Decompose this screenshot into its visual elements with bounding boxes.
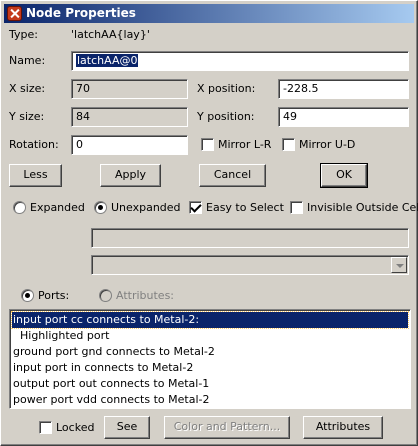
y-position-label: Y position: [197, 110, 255, 123]
invisible-outside-cell-checkbox[interactable] [290, 201, 303, 214]
ports-radio[interactable] [21, 289, 34, 302]
apply-button[interactable]: Apply [100, 164, 161, 187]
x-position-label: X position: [197, 82, 256, 95]
extra-dropdown[interactable] [91, 255, 409, 275]
see-button[interactable]: See [104, 416, 150, 439]
x-position-input[interactable]: -228.5 [278, 79, 409, 99]
list-item[interactable]: power port vdd connects to Metal-2 [12, 392, 408, 408]
easy-to-select-label: Easy to Select [206, 201, 284, 214]
easy-to-select-checkbox[interactable] [189, 201, 202, 214]
title-bar: Node Properties [4, 4, 414, 23]
y-position-input[interactable]: 49 [278, 107, 409, 127]
rotation-label: Rotation: [9, 138, 59, 151]
invisible-outside-cell-label: Invisible Outside Cell [307, 201, 418, 214]
type-label: Type: [9, 28, 38, 41]
app-icon [7, 6, 22, 21]
name-input[interactable]: latchAA@0 [71, 51, 409, 71]
mirror-lr-label: Mirror L-R [218, 138, 272, 151]
y-size-label: Y size: [9, 110, 45, 123]
attributes-radio-label: Attributes: [116, 289, 175, 302]
expanded-label: Expanded [30, 201, 85, 214]
x-size-label: X size: [9, 82, 46, 95]
ok-button[interactable]: OK [320, 163, 368, 188]
rotation-input[interactable]: 0 [71, 135, 188, 155]
expanded-radio[interactable] [13, 201, 26, 214]
extra-text-field[interactable] [91, 228, 409, 248]
locked-label: Locked [56, 421, 95, 434]
mirror-lr-checkbox[interactable] [201, 138, 214, 151]
mirror-ud-label: Mirror U-D [299, 138, 356, 151]
name-input-text: latchAA@0 [76, 54, 139, 67]
ports-list[interactable]: input port cc connects to Metal-2: Highl… [9, 309, 411, 409]
attributes-button[interactable]: Attributes [303, 416, 383, 439]
list-item[interactable]: input port in connects to Metal-2 [12, 360, 408, 376]
unexpanded-label: Unexpanded [111, 201, 181, 214]
cancel-button[interactable]: Cancel [199, 164, 266, 187]
color-and-pattern-button[interactable]: Color and Pattern... [164, 416, 290, 439]
x-size-field: 70 [71, 79, 188, 99]
list-item[interactable]: Highlighted port [12, 328, 408, 344]
mirror-ud-checkbox[interactable] [282, 138, 295, 151]
type-value: 'latchAA{lay}' [71, 28, 150, 41]
name-label: Name: [9, 54, 46, 67]
ports-label: Ports: [38, 289, 70, 302]
y-size-field: 84 [71, 107, 188, 127]
window-title: Node Properties [26, 6, 136, 20]
attributes-radio[interactable] [99, 289, 112, 302]
less-button[interactable]: Less [9, 164, 62, 187]
node-properties-dialog: Node Properties Type: 'latchAA{lay}' Nam… [0, 0, 418, 446]
locked-checkbox[interactable] [39, 421, 52, 434]
chevron-down-icon[interactable] [391, 257, 407, 273]
list-item[interactable]: ground port gnd connects to Metal-2 [12, 344, 408, 360]
list-item[interactable]: output port out connects to Metal-1 [12, 376, 408, 392]
list-item[interactable]: input port cc connects to Metal-2: [11, 311, 409, 329]
unexpanded-radio[interactable] [94, 201, 107, 214]
